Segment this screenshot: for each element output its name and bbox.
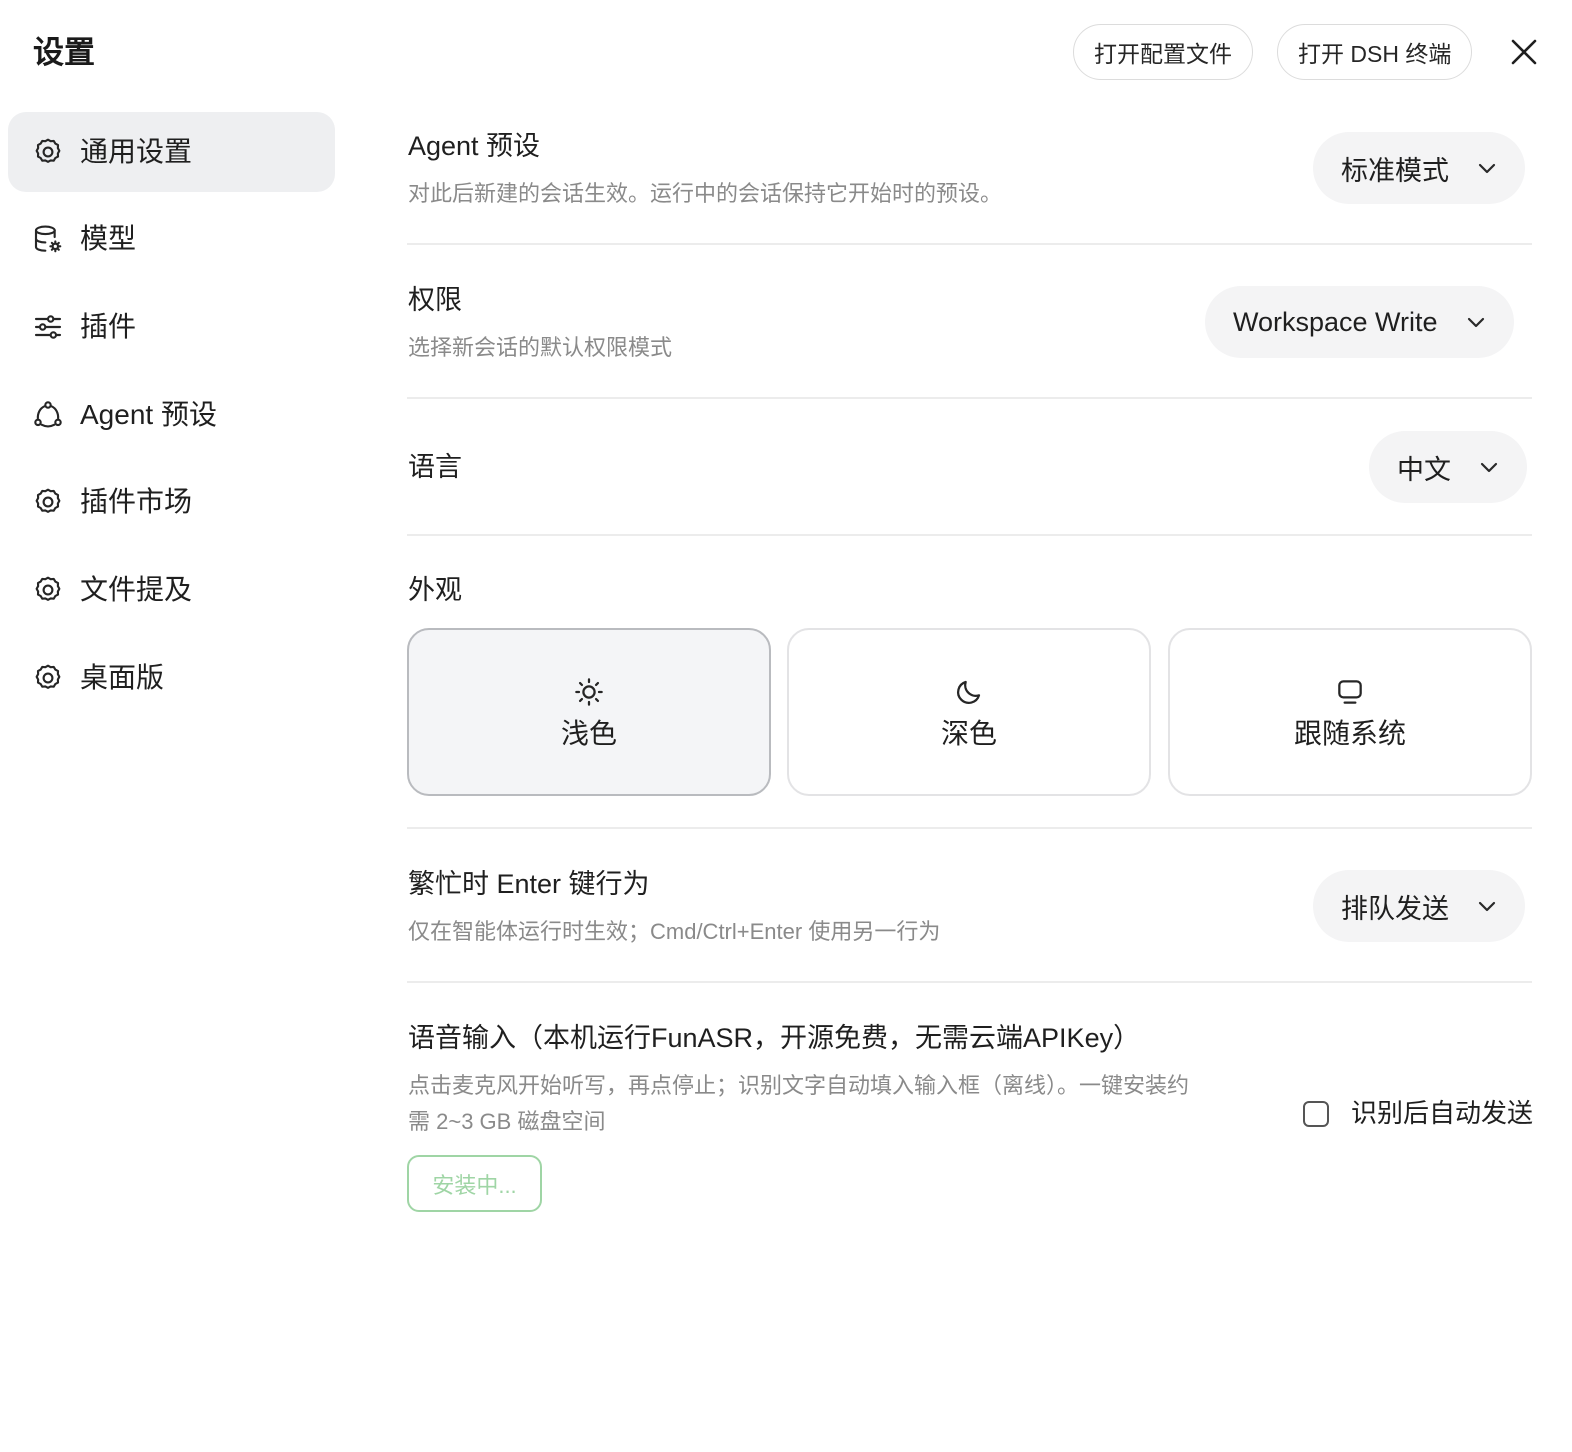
- agent-preset-value: 标准模式: [1341, 155, 1449, 186]
- appearance-option-label: 深色: [940, 718, 997, 749]
- open-terminal-button[interactable]: 打开 DSH 终端: [1277, 24, 1473, 80]
- sidebar-item-plugins[interactable]: 插件: [8, 287, 335, 367]
- permission-value: Workspace Write: [1233, 306, 1438, 337]
- sidebar-item-label: 插件市场: [80, 486, 193, 517]
- language-title: 语言: [408, 452, 462, 482]
- chevron-down-icon: [1475, 156, 1499, 180]
- divider: [407, 397, 1532, 399]
- monitor-icon: [1334, 676, 1366, 708]
- sidebar-item-label: 桌面版: [80, 662, 165, 693]
- appearance-option-light[interactable]: 浅色: [407, 628, 771, 796]
- voice-input-description: 需 2~3 GB 磁盘空间: [408, 1109, 606, 1134]
- close-icon[interactable]: [1504, 32, 1544, 72]
- divider: [407, 827, 1532, 829]
- busy-enter-title: 繁忙时 Enter 键行为: [408, 869, 650, 899]
- busy-enter-select[interactable]: 排队发送: [1313, 870, 1525, 942]
- voice-input-title: 语音输入（本机运行FunASR，开源免费，无需云端APIKey）: [408, 1023, 1141, 1053]
- busy-enter-value: 排队发送: [1341, 893, 1449, 924]
- sidebar-item-label: 文件提及: [80, 574, 193, 605]
- agent-preset-description: 对此后新建的会话生效。运行中的会话保持它开始时的预设。: [408, 181, 1003, 206]
- language-value: 中文: [1397, 454, 1451, 485]
- appearance-option-label: 浅色: [560, 718, 617, 749]
- sidebar-item-general[interactable]: 通用设置: [8, 112, 335, 192]
- gear-icon: [32, 486, 64, 518]
- auto-send-label: 识别后自动发送: [1351, 1098, 1534, 1128]
- sidebar-item-label: 通用设置: [80, 136, 193, 167]
- sidebar-item-models[interactable]: 模型: [8, 199, 335, 279]
- language-select[interactable]: 中文: [1369, 431, 1527, 503]
- install-button[interactable]: 安装中...: [407, 1155, 542, 1212]
- agent-nodes-icon: [32, 399, 64, 431]
- divider: [407, 243, 1532, 245]
- permission-description: 选择新会话的默认权限模式: [408, 335, 673, 360]
- appearance-option-system[interactable]: 跟随系统: [1168, 628, 1532, 796]
- chevron-down-icon: [1475, 894, 1499, 918]
- sidebar-item-label: 插件: [80, 311, 137, 342]
- appearance-option-dark[interactable]: 深色: [787, 628, 1151, 796]
- open-config-button[interactable]: 打开配置文件: [1073, 24, 1253, 80]
- divider: [407, 981, 1532, 983]
- sliders-icon: [32, 311, 64, 343]
- agent-preset-title: Agent 预设: [408, 131, 541, 161]
- permission-title: 权限: [408, 285, 462, 315]
- sidebar-item-label: 模型: [80, 223, 137, 254]
- voice-input-description: 点击麦克风开始听写，再点停止；识别文字自动填入输入框（离线）。一键安装约: [408, 1073, 1190, 1098]
- busy-enter-description: 仅在智能体运行时生效；Cmd/Ctrl+Enter 使用另一行为: [408, 919, 941, 944]
- appearance-title: 外观: [408, 575, 462, 605]
- divider: [407, 534, 1532, 536]
- permission-select[interactable]: Workspace Write: [1205, 286, 1514, 358]
- sidebar-item-desktop[interactable]: 桌面版: [8, 638, 335, 718]
- sidebar-item-plugin-market[interactable]: 插件市场: [8, 462, 335, 542]
- gear-icon: [32, 662, 64, 694]
- chevron-down-icon: [1464, 310, 1488, 334]
- agent-preset-select[interactable]: 标准模式: [1313, 132, 1525, 204]
- sun-icon: [573, 676, 605, 708]
- auto-send-checkbox[interactable]: [1303, 1101, 1329, 1127]
- sidebar-item-agent-presets[interactable]: Agent 预设: [8, 375, 335, 455]
- page-title: 设置: [33, 35, 95, 70]
- gear-icon: [32, 574, 64, 606]
- chevron-down-icon: [1477, 455, 1501, 479]
- appearance-option-label: 跟随系统: [1293, 718, 1406, 749]
- sidebar-item-label: Agent 预设: [80, 399, 217, 430]
- sidebar-item-file-mentions[interactable]: 文件提及: [8, 550, 335, 630]
- gear-icon: [32, 136, 64, 168]
- database-gear-icon: [32, 223, 64, 255]
- moon-icon: [953, 676, 985, 708]
